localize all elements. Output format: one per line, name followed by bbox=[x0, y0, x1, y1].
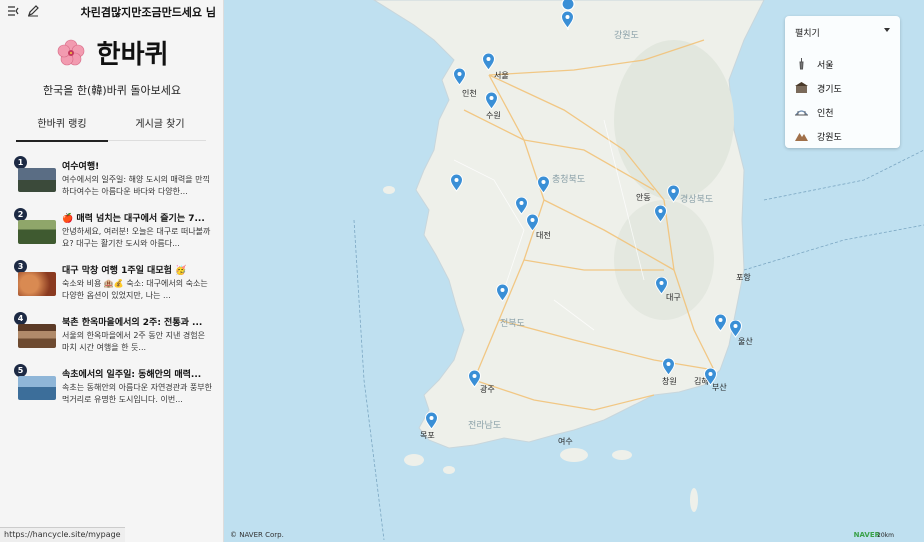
sidebar-toggle-icon[interactable] bbox=[6, 4, 20, 18]
post-thumbnail bbox=[18, 324, 56, 348]
post-thumbnail bbox=[18, 376, 56, 400]
location-pin-icon[interactable] bbox=[450, 174, 463, 192]
ranking-item[interactable]: 4 북촌 한옥마을에서의 2주: 전통과 ... 서울의 한옥마을에서 2주 동… bbox=[14, 310, 212, 362]
post-excerpt: 안녕하세요, 여러분! 오늘은 대구로 떠나볼까요? 대구는 활기찬 도시와 아… bbox=[62, 227, 211, 248]
location-pin-icon[interactable] bbox=[654, 205, 667, 223]
post-excerpt: 속초는 동해안의 아름다운 자연경관과 풍부한 먹거리로 유명한 도시입니다. … bbox=[62, 383, 212, 404]
location-pin-icon[interactable] bbox=[729, 320, 742, 338]
ranking-item[interactable]: 5 속초에서의 일주일: 동해안의 매력... 속초는 동해안의 아름다운 자연… bbox=[14, 362, 212, 414]
filter-toggle[interactable]: 펼치기 bbox=[795, 26, 820, 39]
ranking-list: 1 여수여행! 여수에서의 일주일: 해양 도시의 매력을 만끽하다여수는 아름… bbox=[14, 154, 212, 414]
region-label: 전북도 bbox=[500, 319, 525, 329]
post-title: 대구 막창 여행 1주일 대모험 🥳 bbox=[62, 266, 187, 276]
location-pin-icon[interactable] bbox=[515, 197, 528, 215]
tab-bar: 한바퀴 랭킹 게시글 찾기 bbox=[16, 112, 206, 142]
username[interactable]: 차린겸많지만조금만드세요 님 bbox=[81, 4, 216, 20]
post-title: 여수여행! bbox=[62, 162, 100, 172]
tab-post-search[interactable]: 게시글 찾기 bbox=[114, 112, 206, 140]
top-bar: 차린겸많지만조금만드세요 님 bbox=[0, 0, 223, 24]
location-pin-icon[interactable] bbox=[453, 68, 466, 86]
filter-label: 경기도 bbox=[817, 85, 842, 95]
app-title: 한바퀴 bbox=[96, 40, 169, 70]
region-label: 전라남도 bbox=[468, 421, 502, 431]
city-label: 여수 bbox=[558, 437, 573, 446]
app-subtitle: 한국을 한(韓)바퀴 돌아보세요 bbox=[43, 84, 181, 97]
map-copyright: © NAVER Corp. bbox=[230, 531, 284, 539]
bridge-icon bbox=[795, 105, 808, 118]
city-label: 수원 bbox=[486, 111, 501, 120]
location-pin-icon[interactable] bbox=[662, 358, 675, 376]
status-url: https://hancycle.site/mypage bbox=[0, 527, 125, 542]
city-label: 포항 bbox=[736, 273, 751, 282]
city-label: 목포 bbox=[420, 431, 435, 440]
region-filter-panel: 펼치기 서울 경기도 인천 강원도 bbox=[785, 16, 900, 148]
post-title: 북촌 한옥마을에서의 2주: 전통과 ... bbox=[62, 318, 203, 328]
filter-label: 강원도 bbox=[817, 133, 842, 143]
post-title: 🍎 매력 넘치는 대구에서 즐기는 7... bbox=[62, 214, 205, 224]
region-label: 충청북도 bbox=[552, 175, 586, 185]
region-label: 강원도 bbox=[614, 31, 639, 41]
city-label: 안동 bbox=[636, 193, 651, 202]
pencil-icon[interactable] bbox=[26, 4, 40, 18]
chevron-down-icon[interactable] bbox=[884, 28, 890, 32]
tab-ranking[interactable]: 한바퀴 랭킹 bbox=[16, 112, 108, 142]
namsan-tower-icon bbox=[795, 57, 808, 70]
mountain-icon bbox=[795, 129, 808, 142]
location-pin-icon[interactable] bbox=[537, 176, 550, 194]
filter-label: 서울 bbox=[817, 61, 834, 71]
post-thumbnail bbox=[18, 272, 56, 296]
city-label: 대구 bbox=[666, 293, 681, 302]
city-label: 서울 bbox=[494, 71, 509, 80]
post-thumbnail bbox=[18, 168, 56, 192]
city-label: 창원 bbox=[662, 377, 677, 386]
location-pin-icon[interactable] bbox=[482, 53, 495, 71]
post-title: 속초에서의 일주일: 동해안의 매력... bbox=[62, 370, 202, 380]
post-excerpt: 서울의 한옥마을에서 2주 동안 지낸 경험은 마치 시간 여행을 한 듯... bbox=[62, 331, 205, 352]
ranking-item[interactable]: 3 대구 막창 여행 1주일 대모험 🥳 숙소와 비용 🏨💰 숙소: 대구에서의… bbox=[14, 258, 212, 310]
ranking-item[interactable]: 1 여수여행! 여수에서의 일주일: 해양 도시의 매력을 만끽하다여수는 아름… bbox=[14, 154, 212, 206]
city-label: 인천 bbox=[462, 89, 477, 98]
location-pin-icon[interactable] bbox=[704, 368, 717, 386]
location-pin-icon[interactable] bbox=[485, 92, 498, 110]
location-pin-icon[interactable] bbox=[655, 277, 668, 295]
location-pin-icon[interactable] bbox=[714, 314, 727, 332]
post-thumbnail bbox=[18, 220, 56, 244]
hibiscus-icon bbox=[56, 38, 86, 68]
post-excerpt: 숙소와 비용 🏨💰 숙소: 대구에서의 숙소는 다양한 옵션이 있었지만, 나는… bbox=[62, 279, 208, 300]
naver-logo: NAVER bbox=[853, 531, 880, 539]
ranking-item[interactable]: 2 🍎 매력 넘치는 대구에서 즐기는 7... 안녕하세요, 여러분! 오늘은… bbox=[14, 206, 212, 258]
logo[interactable]: 한바퀴 bbox=[0, 34, 223, 70]
location-pin-icon[interactable] bbox=[496, 284, 509, 302]
filter-label: 인천 bbox=[817, 109, 834, 119]
region-label: 경상북도 bbox=[680, 195, 714, 205]
map-scale: 20km bbox=[877, 532, 894, 539]
sidebar: 차린겸많지만조금만드세요 님 한바퀴 한국을 한(韓)바퀴 돌아보세요 한바퀴 … bbox=[0, 0, 224, 542]
location-pin-icon[interactable] bbox=[425, 412, 438, 430]
post-excerpt: 여수에서의 일주일: 해양 도시의 매력을 만끽하다여수는 아름다운 바다와 다… bbox=[62, 175, 210, 196]
location-pin-icon[interactable] bbox=[468, 370, 481, 388]
map-view[interactable]: 강원도 충청북도 경상북도 전북도 전라남도 서울 인천 수원 대전 대구 광주… bbox=[224, 0, 924, 542]
fortress-icon bbox=[795, 81, 808, 94]
location-pin-icon[interactable] bbox=[561, 11, 574, 29]
location-pin-icon[interactable] bbox=[667, 185, 680, 203]
city-label: 광주 bbox=[480, 385, 495, 394]
location-pin-icon[interactable] bbox=[526, 214, 539, 232]
